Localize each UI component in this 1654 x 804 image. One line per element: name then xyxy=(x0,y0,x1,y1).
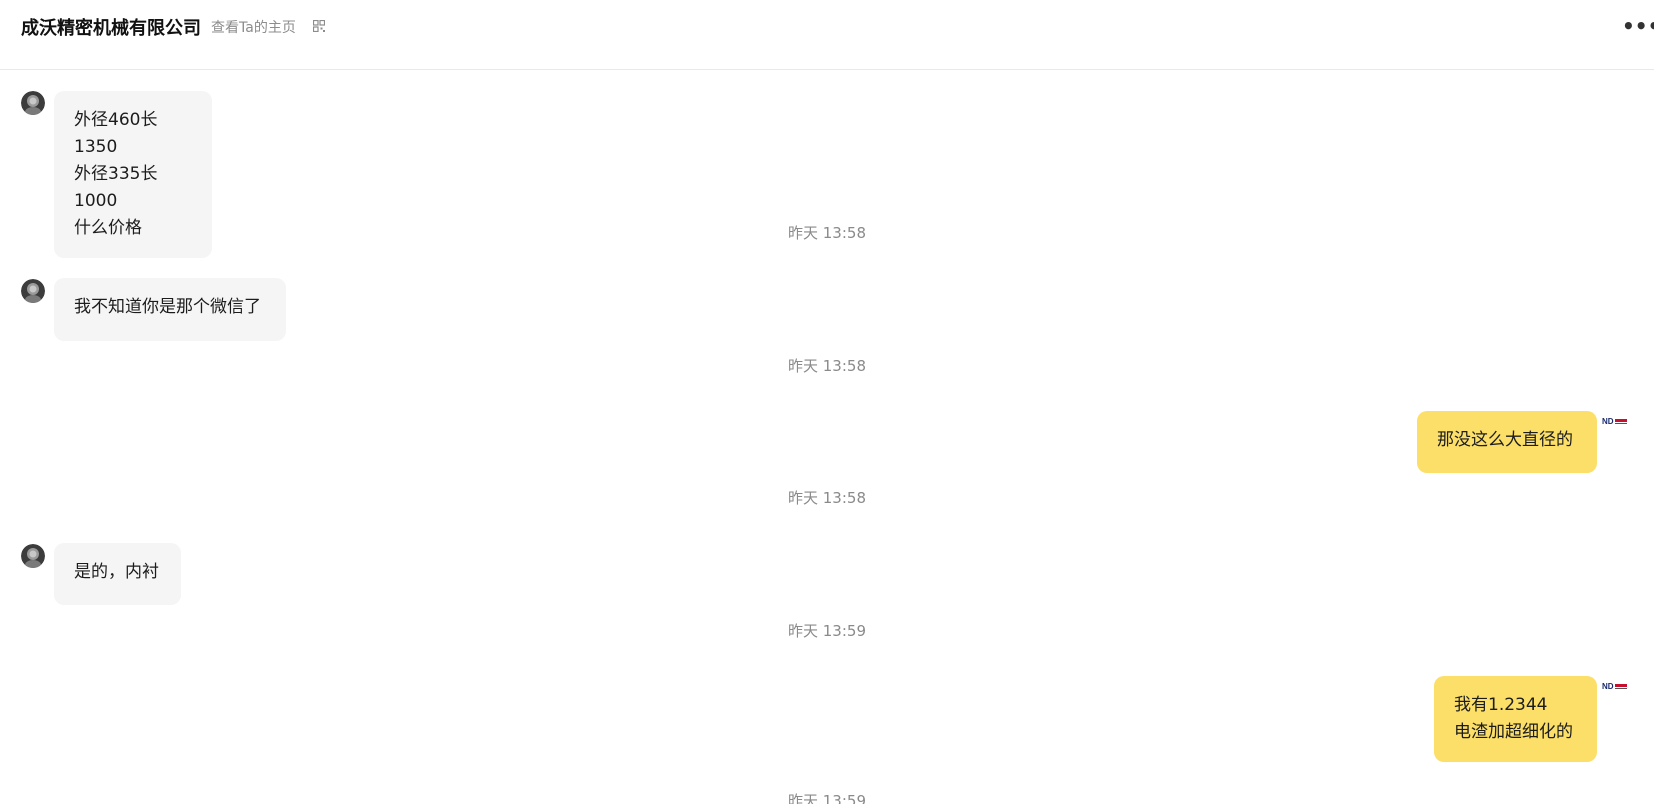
contact-avatar[interactable] xyxy=(21,544,45,568)
contact-name: 成沃精密机械有限公司 xyxy=(21,18,201,39)
contact-avatar[interactable] xyxy=(21,279,45,303)
my-avatar[interactable]: ND xyxy=(1602,680,1630,694)
qr-code-icon[interactable] xyxy=(313,20,325,32)
message-bubble[interactable]: 是的，内衬 xyxy=(54,543,181,605)
message-timestamp: 昨天 13:58 xyxy=(788,224,866,242)
more-options-icon[interactable]: ••• xyxy=(1622,16,1654,36)
svg-text:ND: ND xyxy=(1602,682,1614,691)
my-avatar[interactable]: ND xyxy=(1602,415,1630,429)
message-bubble[interactable]: 那没这么大直径的 xyxy=(1417,411,1597,473)
message-timestamp: 昨天 13:58 xyxy=(788,489,866,507)
view-profile-link[interactable]: 查看Ta的主页 xyxy=(211,17,296,37)
chat-header: 成沃精密机械有限公司 查看Ta的主页 ••• xyxy=(0,0,1654,70)
message-timestamp: 昨天 13:59 xyxy=(788,622,866,640)
contact-avatar[interactable] xyxy=(21,91,45,115)
message-bubble[interactable]: 我有1.2344 电渣加超细化的 xyxy=(1434,676,1597,762)
message-timestamp: 昨天 13:58 xyxy=(788,357,866,375)
svg-text:ND: ND xyxy=(1602,417,1614,426)
message-bubble[interactable]: 我不知道你是那个微信了 xyxy=(54,278,286,341)
message-list[interactable]: 外径460长1350 外径335长1000 什么价格 昨天 13:58 我不知道… xyxy=(0,70,1654,804)
message-timestamp: 昨天 13:59 xyxy=(788,792,866,804)
